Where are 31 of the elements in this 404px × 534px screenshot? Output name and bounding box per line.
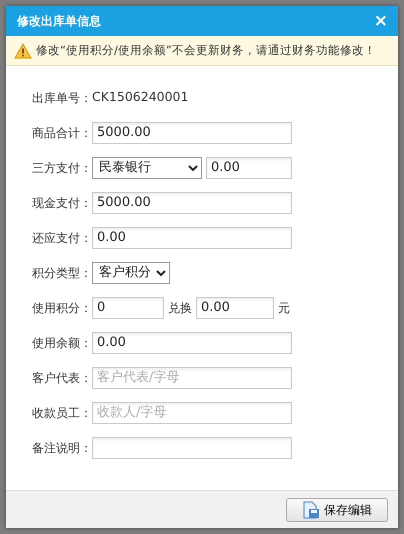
warning-icon (14, 42, 32, 58)
input-field[interactable]: 0.00 (92, 226, 292, 248)
input-field[interactable]: 5000.00 (92, 192, 292, 214)
dropdown[interactable]: 客户积分 (92, 262, 170, 284)
dropdown[interactable]: 民泰银行 (92, 156, 202, 178)
input-field[interactable]: 0.00 (196, 296, 274, 318)
field-label: 收款员工： (32, 404, 92, 422)
field-label: 客户代表： (32, 370, 92, 386)
field-label: 使用积分： (32, 300, 92, 316)
field-label: 三方支付： (32, 160, 92, 176)
input-field[interactable]: 0.00 (206, 156, 292, 178)
input-field[interactable]: 5000.00 (92, 122, 292, 144)
field-label: 使用余额： (32, 334, 92, 352)
input-field[interactable]: 收款人/字母 (92, 402, 292, 424)
field-label: 出库单号： (32, 90, 92, 106)
warning-message: 修改“使用积分/使用余额”不会更新财务，请通过财务功能修改！ (36, 42, 376, 59)
field-label: 还应支付： (32, 230, 92, 246)
input-field[interactable]: 0 (92, 296, 164, 318)
input-field[interactable]: 0.00 (92, 332, 292, 354)
input-field[interactable] (92, 436, 292, 458)
unit-label: 元 (277, 300, 291, 316)
field-label: 商品合计： (32, 124, 92, 142)
input-field[interactable]: 客户代表/字母 (92, 366, 292, 388)
order-number: CK1506240001 (92, 88, 188, 106)
field-label: 现金支付： (32, 194, 92, 212)
field-label: 兑换 (167, 300, 193, 316)
dialog-title: 修改出库单信息 (17, 13, 101, 30)
field-label: 积分类型： (32, 264, 92, 282)
save-icon (302, 500, 320, 518)
save-button[interactable]: 保存编辑 (286, 498, 388, 522)
field-label: 备注说明： (32, 440, 92, 456)
